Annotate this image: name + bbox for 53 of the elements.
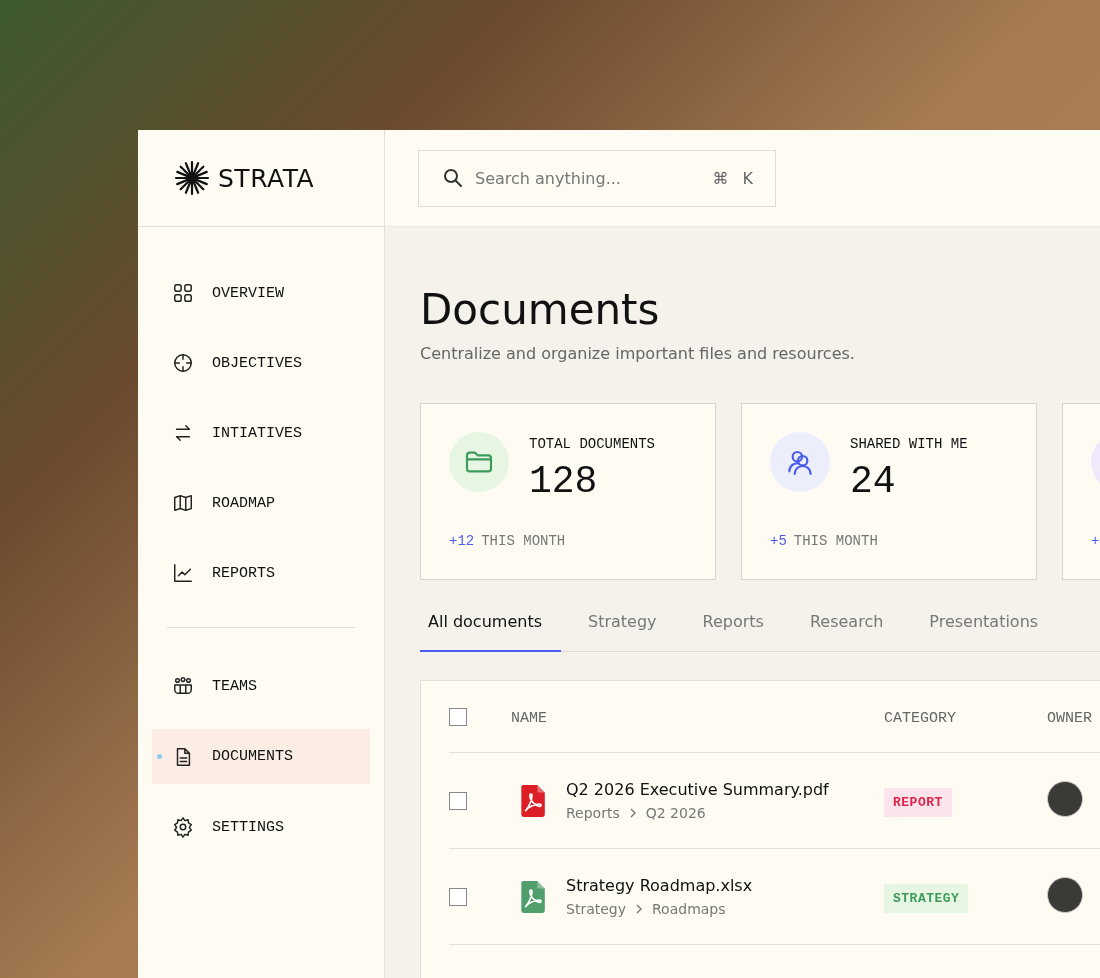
stat-value: 128 (529, 460, 599, 503)
brand-name: STRATA (218, 163, 315, 193)
stat-label: TOTAL DOCUMENTS (529, 436, 656, 452)
avatar (1047, 780, 1083, 817)
crosshair-icon (172, 352, 194, 374)
file-name[interactable]: Q2 2026 Executive Summary.pdf (566, 780, 829, 799)
tab[interactable]: Reports (694, 602, 783, 652)
nav-item[interactable]: TEAMS (152, 664, 370, 708)
team-icon (172, 675, 194, 697)
grid-icon (172, 282, 194, 304)
shortcut-key: K (742, 168, 753, 188)
line-chart-icon (172, 562, 194, 584)
stat-change: + (1091, 533, 1100, 549)
breadcrumb-link[interactable]: Roadmaps (652, 901, 726, 917)
settings-icon (172, 816, 194, 838)
nav-item[interactable]: OVERVIEW (152, 271, 370, 315)
checkbox[interactable] (449, 887, 467, 906)
category-tag: STRATEGY (884, 884, 969, 913)
stat-change: +12 (449, 533, 475, 549)
tab[interactable]: Strategy (580, 602, 676, 652)
file-name[interactable]: Strategy Roadmap.xlsx (566, 876, 753, 895)
nav-item[interactable]: SETTINGS (152, 805, 370, 849)
nav-item[interactable]: OBJECTIVES (152, 341, 370, 385)
tab[interactable]: Presentations (921, 602, 1058, 652)
column-header[interactable]: CATEGORY (884, 709, 956, 727)
chevron-right-icon (634, 904, 644, 914)
page-subtitle: Centralize and organize important files and resources. (420, 344, 856, 363)
tab[interactable]: Research (801, 602, 903, 652)
nav-item[interactable]: INTIATIVES (152, 411, 370, 455)
stat-label: SHARED WITH ME (850, 436, 968, 452)
nav-item[interactable]: DOCUMENTS (152, 729, 370, 784)
category-tag: REPORT (884, 788, 952, 817)
logo-icon (174, 160, 210, 196)
column-header[interactable]: OWNER (1047, 709, 1092, 727)
stat-value: 24 (850, 460, 897, 503)
breadcrumb-link[interactable]: Strategy (566, 901, 626, 917)
map-icon (172, 492, 194, 514)
nav-item[interactable]: REPORTS (152, 551, 370, 595)
avatar (1047, 876, 1083, 913)
search-field[interactable]: Search anything... (473, 167, 703, 189)
stat-change: +5 (770, 533, 787, 549)
checkbox[interactable] (449, 791, 467, 810)
checkbox[interactable] (449, 707, 467, 726)
shortcut-key: ⌘ (712, 168, 729, 188)
column-header[interactable]: NAME (511, 709, 547, 727)
breadcrumb-link[interactable]: Q2 2026 (645, 805, 706, 821)
nav-item[interactable]: ROADMAP (152, 481, 370, 525)
stat-period: THIS MONTH (793, 533, 878, 549)
page-title: Documents (420, 285, 661, 334)
stat-period: THIS MONTH (481, 533, 566, 549)
search-icon (443, 168, 463, 188)
breadcrumb-link[interactable]: Reports (566, 805, 620, 821)
tab[interactable]: All documents (420, 602, 561, 652)
